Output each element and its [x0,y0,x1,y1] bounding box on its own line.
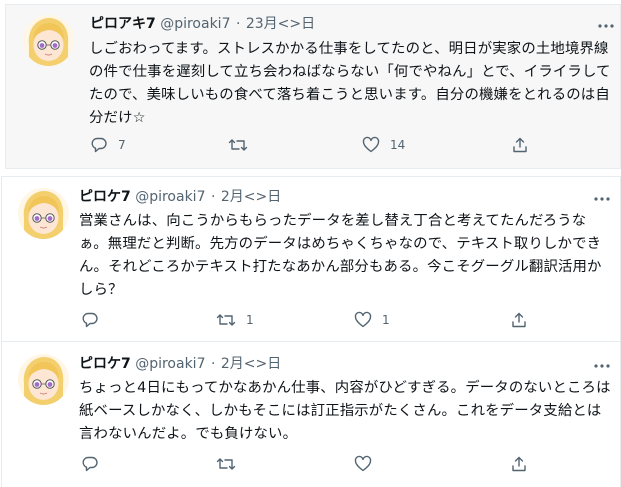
like-button[interactable]: 1 [354,310,390,330]
tweet-header: ピロケ7 @piroaki7 · 2月<>日 [79,187,281,207]
reply-icon [90,136,108,154]
tweet-header: ピロケ7 @piroaki7 · 2月<>日 [79,354,281,374]
like-button[interactable]: 14 [362,135,405,155]
more-dots-icon[interactable] [592,356,612,376]
retweet-button[interactable] [228,135,258,155]
user-handle[interactable]: @piroaki7 [135,356,205,372]
heart-icon [362,136,380,154]
reply-button[interactable] [81,454,109,474]
tweet-header: ピロアキ7 @piroaki7 · 23月<>日 [90,14,315,34]
separator: · [235,16,241,32]
separator: · [210,189,216,205]
tweet-card[interactable]: ピロケ7 @piroaki7 · 2月<>日 営業さんは、向こうからもらったデー… [1,176,621,341]
timestamp[interactable]: 23月<>日 [246,16,315,32]
tweet-text: しごおわってます。ストレスかかる仕事をしてたのと、明日が実家の土地境界線の件で仕… [89,41,611,126]
timestamp[interactable]: 2月<>日 [221,356,281,372]
timestamp[interactable]: 2月<>日 [221,189,281,205]
like-count: 14 [390,138,406,152]
display-name[interactable]: ピロケ7 [79,189,131,205]
retweet-count: 1 [246,313,254,327]
reply-icon [81,311,99,329]
reply-button[interactable]: 7 [90,135,126,155]
share-icon [510,311,528,329]
retweet-button[interactable] [216,454,246,474]
like-button[interactable] [354,454,382,474]
tweet-card[interactable]: ピロケ7 @piroaki7 · 2月<>日 ちょっと4日にもってかなあかん仕事… [1,341,621,487]
reply-button[interactable] [81,310,109,330]
tweet-card[interactable]: ピロアキ7 @piroaki7 · 23月<>日 しごおわってます。ストレスかか… [5,4,621,169]
separator: · [210,356,216,372]
heart-icon [354,455,372,473]
reply-icon [81,455,99,473]
share-button[interactable] [510,454,528,474]
like-count: 1 [382,313,390,327]
tweet-text: 営業さんは、向こうからもらったデータを差し替え丁合と考えてたんだろうなぁ。無理だ… [79,213,602,298]
share-button[interactable] [511,135,529,155]
display-name[interactable]: ピロケ7 [79,356,131,372]
retweet-icon [216,311,236,329]
share-icon [510,455,528,473]
avatar[interactable] [23,15,74,66]
retweet-button[interactable]: 1 [216,310,254,330]
tweet-text: ちょっと4日にもってかなあかん仕事、内容がひどすぎる。データのないところは紙ベー… [79,380,611,442]
share-icon [511,136,529,154]
avatar[interactable] [18,354,69,405]
user-handle[interactable]: @piroaki7 [160,16,230,32]
more-dots-icon[interactable] [596,16,616,36]
retweet-icon [216,455,236,473]
share-button[interactable] [510,310,528,330]
reply-count: 7 [118,138,126,152]
user-handle[interactable]: @piroaki7 [135,189,205,205]
avatar[interactable] [18,188,69,239]
more-dots-icon[interactable] [592,189,612,209]
display-name[interactable]: ピロアキ7 [90,16,156,32]
heart-icon [354,311,372,329]
retweet-icon [228,136,248,154]
